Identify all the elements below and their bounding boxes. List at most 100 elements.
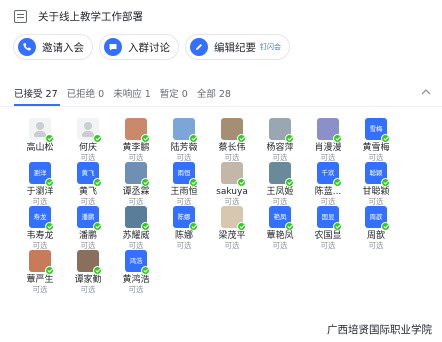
accepted-check-icon	[333, 222, 342, 231]
member-status: 可选	[80, 285, 96, 294]
avatar: 周歆	[365, 206, 390, 231]
accepted-check-icon	[141, 134, 150, 143]
avatar	[317, 118, 342, 143]
member-status: 可选	[224, 241, 240, 250]
accepted-check-icon	[285, 222, 294, 231]
avatar	[269, 162, 294, 187]
member-status: 可选	[320, 153, 336, 162]
member-name: 农国显	[314, 231, 342, 241]
tab-tentative[interactable]: 暂定 0	[160, 86, 188, 100]
member-grid: 高山松 何庆 可选 黄李鹏 可选 陆芳薇 可选 蔡长伟 可选 杨容萍 可选 肖漫漫 可选 雪梅 黄雪梅 可选瀏…	[16, 118, 400, 294]
chat-bubble-icon	[104, 38, 122, 56]
member-name: 黄鸿浩	[122, 275, 150, 285]
member-item[interactable]: 蕈严生 可选	[16, 250, 64, 294]
member-status: 可选	[176, 197, 192, 206]
member-item[interactable]: 瀏洋 于瀏洋 可选	[16, 162, 64, 206]
avatar	[125, 162, 150, 187]
join-group-discussion-button[interactable]: 入群讨论	[99, 34, 179, 60]
member-name: 谭家勤	[74, 275, 102, 285]
accepted-check-icon	[237, 134, 246, 143]
avatar: 聪颖	[365, 162, 390, 187]
avatar	[125, 206, 150, 231]
tab-declined[interactable]: 已拒绝 0	[67, 86, 105, 100]
member-item[interactable]: sakuya 可选	[208, 162, 256, 206]
accepted-check-icon	[45, 266, 54, 275]
accepted-check-icon	[285, 178, 294, 187]
avatar: 国显	[317, 206, 342, 231]
member-item[interactable]: 千欢 陈蓝... 可选	[304, 162, 352, 206]
member-name: 韦寿龙	[26, 231, 54, 241]
member-name: 谭丞霖	[122, 187, 150, 197]
member-item[interactable]: 黄飞 黄飞 可选	[64, 162, 112, 206]
avatar	[29, 250, 54, 275]
accepted-check-icon	[333, 134, 342, 143]
member-status: 可选	[224, 153, 240, 162]
tab-accepted[interactable]: 已接受 27	[14, 86, 58, 100]
accepted-check-icon	[381, 134, 390, 143]
member-status: 可选	[320, 241, 336, 250]
member-item[interactable]: 潘鹏 潘鹏 可选	[64, 206, 112, 250]
edit-minutes-button[interactable]: 编辑纪要 钉闪会	[185, 34, 290, 60]
avatar	[221, 206, 246, 231]
member-name: 周歆	[366, 231, 385, 241]
avatar-text: 雪梅	[369, 124, 383, 133]
accepted-check-icon	[285, 134, 294, 143]
member-item[interactable]: 肖漫漫 可选	[304, 118, 352, 162]
member-item[interactable]: 陈娜 陈娜 可选	[160, 206, 208, 250]
member-name: 蕈艳凤	[266, 231, 294, 241]
phone-icon	[18, 38, 36, 56]
accepted-check-icon	[189, 178, 198, 187]
member-item[interactable]: 谭家勤 可选	[64, 250, 112, 294]
member-item[interactable]: 王凤姬 可选	[256, 162, 304, 206]
collapse-button[interactable]	[420, 86, 432, 98]
member-item[interactable]: 周歆 周歆 可选	[352, 206, 400, 250]
accepted-check-icon	[381, 222, 390, 231]
avatar-text: 鸿浩	[129, 256, 143, 265]
member-item[interactable]: 梁茂平 可选	[208, 206, 256, 250]
member-item[interactable]: 黄李鹏 可选	[112, 118, 160, 162]
member-item[interactable]: 高山松	[16, 118, 64, 162]
member-item[interactable]: 聪颖 甘聪颖 可选	[352, 162, 400, 206]
tab-no-response[interactable]: 未响应 1	[113, 86, 151, 100]
member-item[interactable]: 艳凤 蕈艳凤 可选	[256, 206, 304, 250]
avatar-text: 瀏洋	[33, 168, 47, 177]
member-item[interactable]: 何庆 可选	[64, 118, 112, 162]
member-name: 肖漫漫	[314, 143, 342, 153]
tab-all[interactable]: 全部 28	[197, 86, 231, 100]
accepted-check-icon	[381, 178, 390, 187]
member-item[interactable]: 寿龙 韦寿龙 可选	[16, 206, 64, 250]
member-item[interactable]: 苏耀威 可选	[112, 206, 160, 250]
member-item[interactable]: 雨恒 王雨恒 可选	[160, 162, 208, 206]
avatar: 黄飞	[77, 162, 102, 187]
member-item[interactable]: 陆芳薇 可选	[160, 118, 208, 162]
member-status: 可选	[224, 197, 240, 206]
accepted-check-icon	[93, 134, 102, 143]
avatar	[77, 118, 102, 143]
member-name: 王雨恒	[170, 187, 198, 197]
accepted-check-icon	[237, 222, 246, 231]
member-status: 可选	[368, 153, 384, 162]
member-item[interactable]: 国显 农国显 可选	[304, 206, 352, 250]
tabs-divider	[0, 106, 442, 107]
member-name: 苏耀威	[122, 231, 150, 241]
accepted-check-icon	[93, 178, 102, 187]
member-status: 可选	[32, 285, 48, 294]
avatar-text: 陈娜	[177, 212, 191, 221]
member-name: 黄李鹏	[122, 143, 150, 153]
member-status: 可选	[176, 241, 192, 250]
join-group-discussion-label: 入群讨论	[128, 41, 170, 54]
member-item[interactable]: 杨容萍 可选	[256, 118, 304, 162]
member-status: 可选	[128, 197, 144, 206]
avatar	[221, 118, 246, 143]
avatar	[173, 118, 198, 143]
avatar: 陈娜	[173, 206, 198, 231]
member-item[interactable]: 谭丞霖 可选	[112, 162, 160, 206]
invite-to-meeting-button[interactable]: 邀请入会	[13, 34, 93, 60]
avatar: 雪梅	[365, 118, 390, 143]
member-item[interactable]: 鸿浩 黄鸿浩 可选	[112, 250, 160, 294]
member-item[interactable]: 雪梅 黄雪梅 可选	[352, 118, 400, 162]
member-name: 蔡长伟	[218, 143, 246, 153]
member-name: 于瀏洋	[26, 187, 54, 197]
member-status: 可选	[80, 197, 96, 206]
member-item[interactable]: 蔡长伟 可选	[208, 118, 256, 162]
